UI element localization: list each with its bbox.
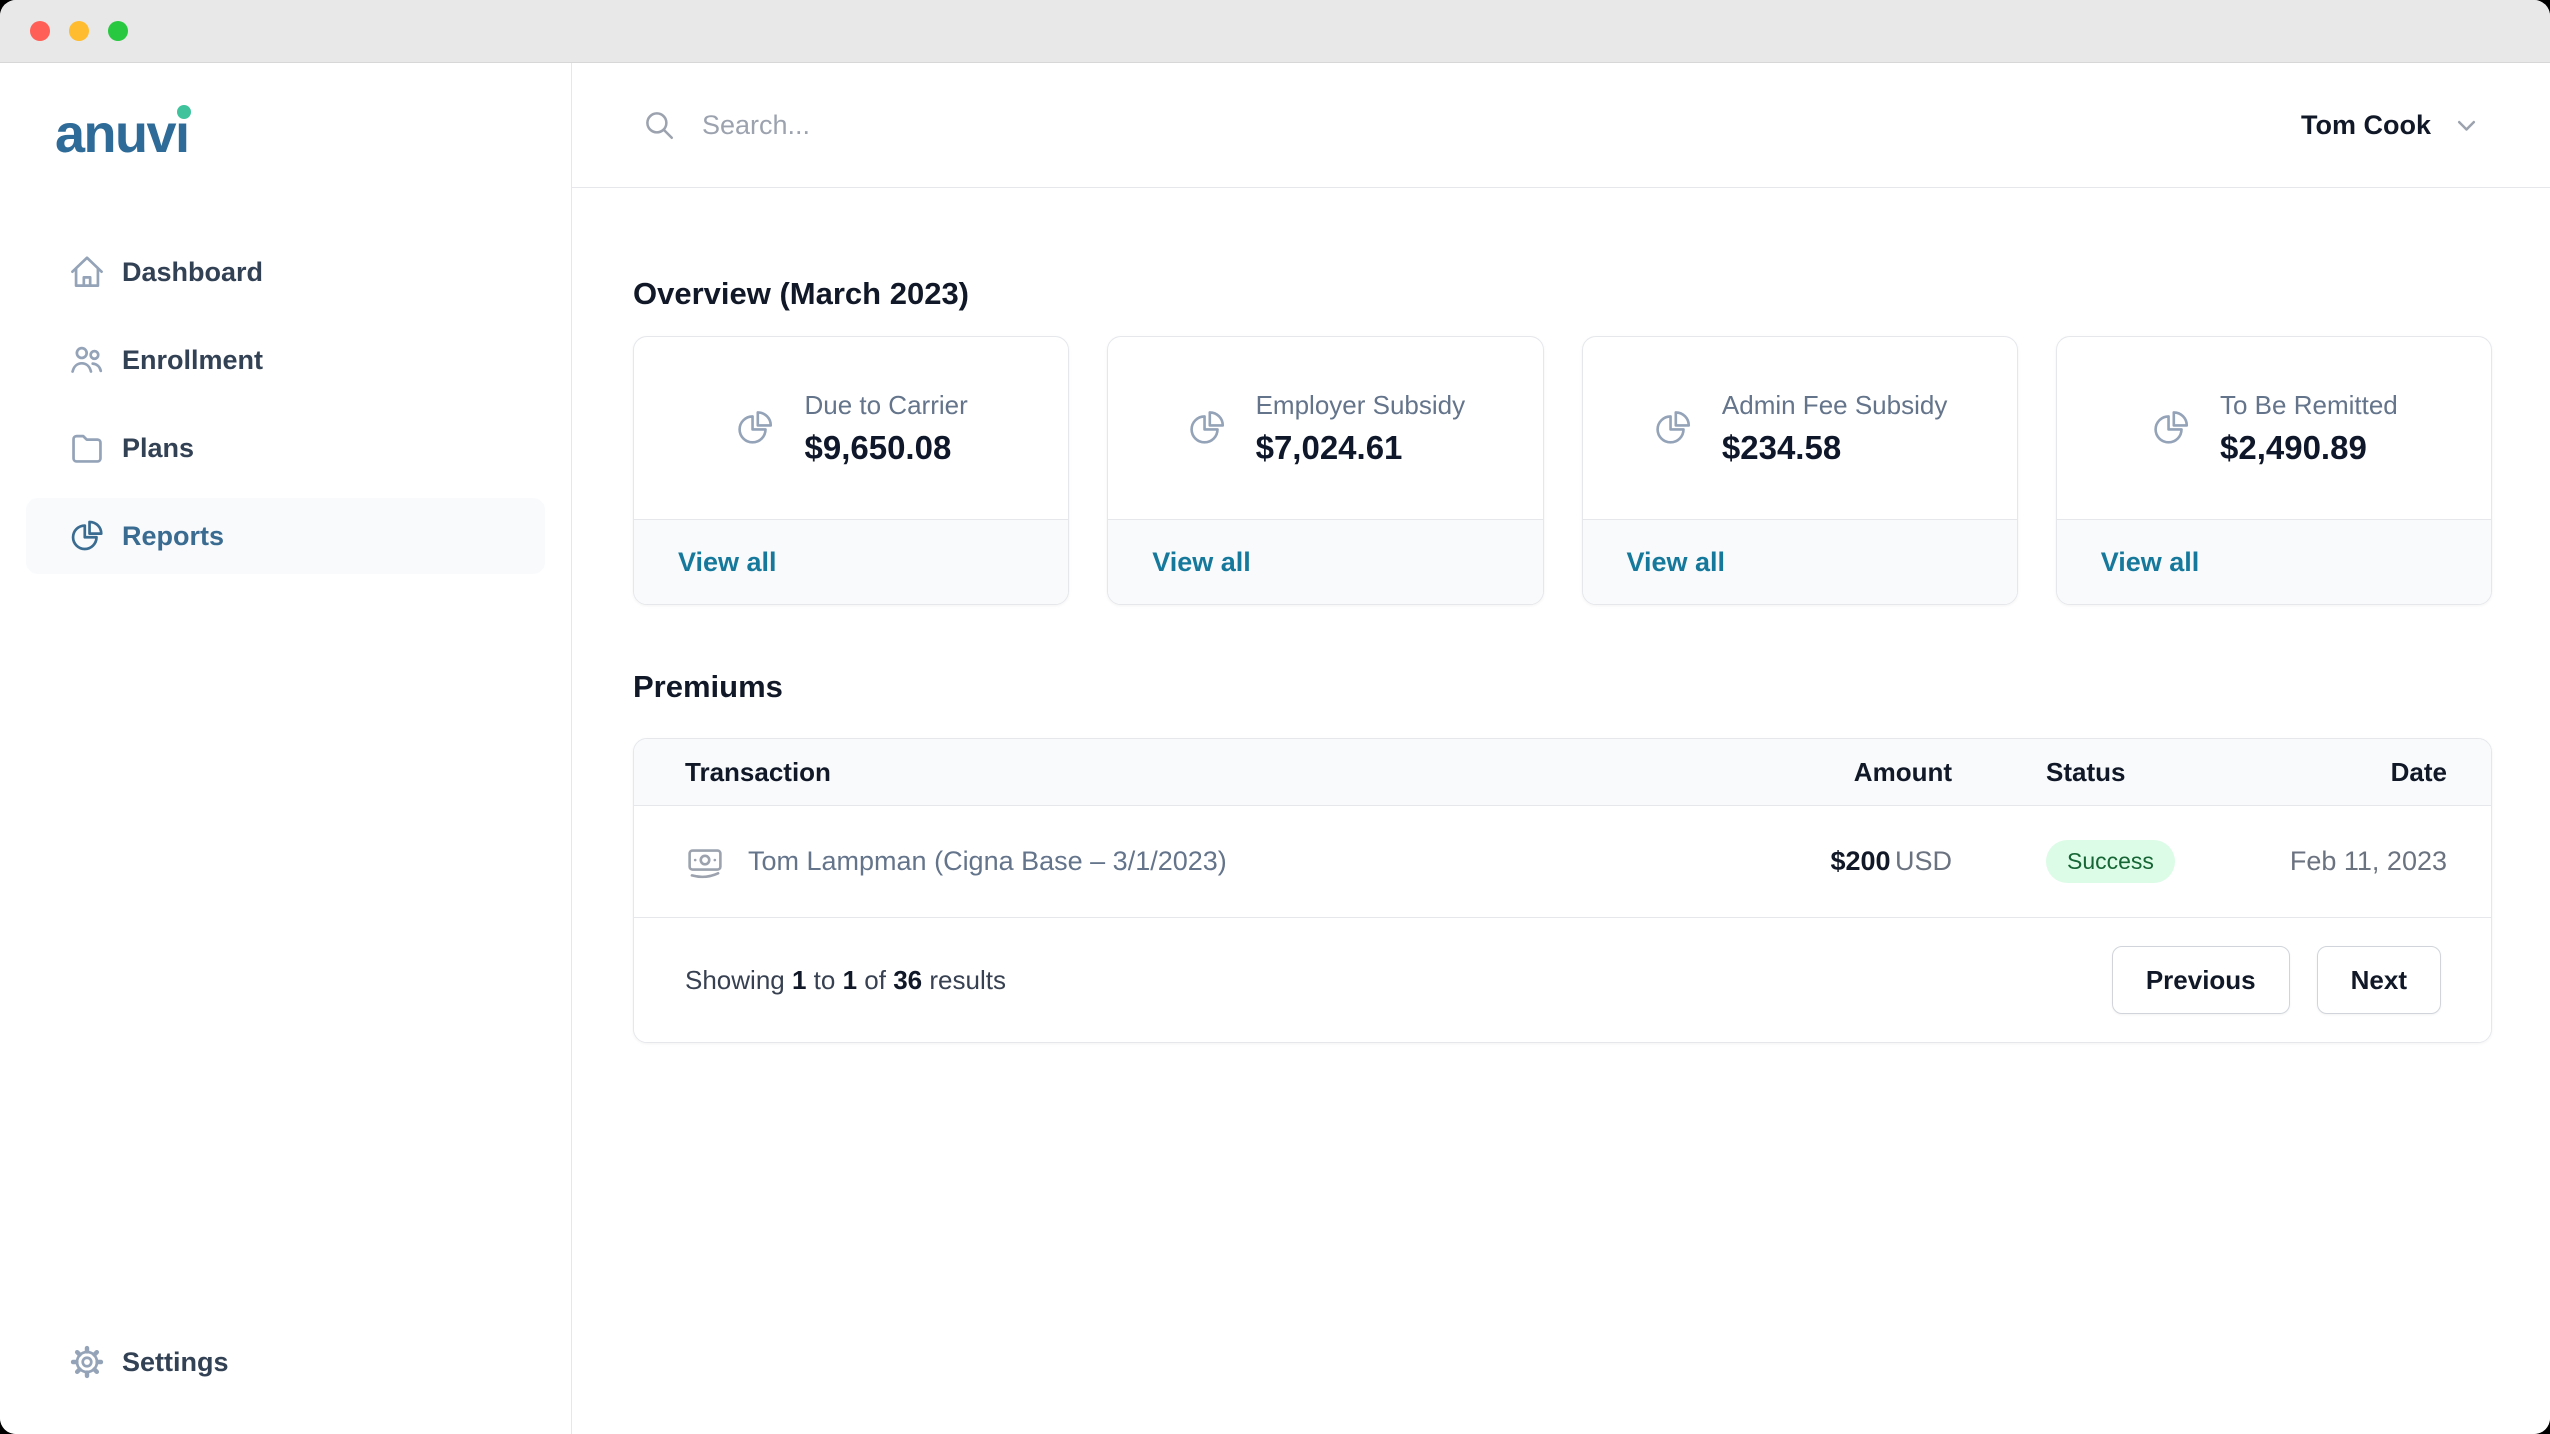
amount-cell: $200 USD [1752, 846, 1952, 877]
results-from: 1 [792, 965, 806, 995]
showing-word: Showing [685, 965, 785, 995]
card-value: $234.58 [1722, 429, 1947, 467]
card-body: Due to Carrier $9,650.08 [634, 337, 1068, 519]
sidebar: anuvı Dashboard [0, 63, 572, 1434]
macos-titlebar [0, 0, 2550, 63]
premiums-table: Transaction Amount Status Date [633, 738, 2492, 1043]
card-text: Employer Subsidy $7,024.61 [1256, 390, 1466, 467]
gear-icon [68, 1343, 106, 1381]
chevron-down-icon [2453, 112, 2480, 139]
sidebar-item-reports[interactable]: Reports [26, 498, 545, 574]
card-body: Employer Subsidy $7,024.61 [1108, 337, 1542, 519]
folder-icon [68, 429, 106, 467]
view-all-link[interactable]: View all [678, 547, 777, 578]
card-value: $7,024.61 [1256, 429, 1466, 467]
page-content: Overview (March 2023) Due to Car [572, 188, 2550, 1043]
home-icon [68, 253, 106, 291]
sidebar-item-label: Plans [122, 433, 194, 464]
transaction-cell: Tom Lampman (Cigna Base – 3/1/2023) [685, 844, 1752, 880]
card-footer: View all [634, 519, 1068, 604]
date-cell: Feb 11, 2023 [2232, 846, 2447, 877]
pagination-controls: Previous Next [2112, 946, 2441, 1014]
app-window: anuvı Dashboard [0, 0, 2550, 1434]
pie-chart-icon [1652, 407, 1694, 449]
of-word: of [864, 965, 886, 995]
card-body: To Be Remitted $2,490.89 [2057, 337, 2491, 519]
window-zoom-button[interactable] [108, 21, 128, 41]
logo-i-dot: ı [175, 104, 189, 164]
card-body: Admin Fee Subsidy $234.58 [1583, 337, 2017, 519]
pie-chart-icon [2150, 407, 2192, 449]
previous-button[interactable]: Previous [2112, 946, 2290, 1014]
table-row: Tom Lampman (Cigna Base – 3/1/2023) $200… [634, 806, 2491, 918]
user-menu[interactable]: Tom Cook [2301, 110, 2480, 141]
card-label: Employer Subsidy [1256, 390, 1466, 421]
results-summary: Showing 1 to 1 of 36 results [685, 965, 1006, 996]
sidebar-nav: Dashboard Enrollment [26, 234, 545, 574]
overview-cards: Due to Carrier $9,650.08 View all [633, 336, 2492, 605]
search-bar [642, 108, 2271, 142]
card-footer: View all [1108, 519, 1542, 604]
to-word: to [814, 965, 836, 995]
column-header-transaction: Transaction [685, 757, 1752, 788]
main-area: Tom Cook Overview (March 2023) [572, 63, 2550, 1434]
card-label: Admin Fee Subsidy [1722, 390, 1947, 421]
window-minimize-button[interactable] [69, 21, 89, 41]
pie-chart-icon [734, 407, 776, 449]
card-label: Due to Carrier [804, 390, 967, 421]
banknote-icon [685, 844, 725, 880]
results-total: 36 [893, 965, 922, 995]
card-text: To Be Remitted $2,490.89 [2220, 390, 2398, 467]
user-name: Tom Cook [2301, 110, 2431, 141]
amount-currency: USD [1895, 846, 1952, 876]
users-icon [68, 341, 106, 379]
pie-chart-icon [1186, 407, 1228, 449]
card-text: Due to Carrier $9,650.08 [804, 390, 967, 467]
sidebar-item-plans[interactable]: Plans [26, 410, 545, 486]
sidebar-item-label: Dashboard [122, 257, 263, 288]
card-value: $9,650.08 [804, 429, 967, 467]
sidebar-item-label: Reports [122, 521, 224, 552]
table-header: Transaction Amount Status Date [634, 739, 2491, 806]
status-badge: Success [2046, 840, 2175, 883]
column-header-amount: Amount [1752, 757, 1952, 788]
card-value: $2,490.89 [2220, 429, 2398, 467]
sidebar-item-dashboard[interactable]: Dashboard [26, 234, 545, 310]
search-input[interactable] [702, 110, 2271, 141]
window-close-button[interactable] [30, 21, 50, 41]
premiums-heading: Premiums [633, 669, 2492, 705]
sidebar-item-label: Settings [122, 1347, 229, 1378]
app-frame: anuvı Dashboard [0, 63, 2550, 1434]
anuvi-logo: anuvı [55, 105, 571, 163]
sidebar-item-settings[interactable]: Settings [26, 1324, 545, 1400]
card-employer-subsidy: Employer Subsidy $7,024.61 View all [1107, 336, 1543, 605]
card-footer: View all [2057, 519, 2491, 604]
card-due-to-carrier: Due to Carrier $9,650.08 View all [633, 336, 1069, 605]
card-text: Admin Fee Subsidy $234.58 [1722, 390, 1947, 467]
search-icon [642, 108, 676, 142]
sidebar-bottom: Settings [26, 1324, 545, 1400]
view-all-link[interactable]: View all [1152, 547, 1251, 578]
sidebar-item-label: Enrollment [122, 345, 263, 376]
view-all-link[interactable]: View all [2101, 547, 2200, 578]
results-word: results [929, 965, 1006, 995]
card-to-be-remitted: To Be Remitted $2,490.89 View all [2056, 336, 2492, 605]
pie-chart-icon [68, 517, 106, 555]
logo-text: anuv [55, 104, 175, 164]
amount-value: $200 [1830, 846, 1890, 876]
table-footer: Showing 1 to 1 of 36 results Previous Ne… [634, 918, 2491, 1042]
topbar: Tom Cook [572, 63, 2550, 188]
view-all-link[interactable]: View all [1627, 547, 1726, 578]
column-header-status: Status [1952, 757, 2232, 788]
column-header-date: Date [2232, 757, 2447, 788]
next-button[interactable]: Next [2317, 946, 2441, 1014]
card-label: To Be Remitted [2220, 390, 2398, 421]
overview-heading: Overview (March 2023) [633, 276, 2492, 312]
transaction-label: Tom Lampman (Cigna Base – 3/1/2023) [748, 846, 1227, 877]
status-cell: Success [1952, 840, 2232, 883]
results-to: 1 [843, 965, 857, 995]
card-admin-fee-subsidy: Admin Fee Subsidy $234.58 View all [1582, 336, 2018, 605]
card-footer: View all [1583, 519, 2017, 604]
sidebar-item-enrollment[interactable]: Enrollment [26, 322, 545, 398]
